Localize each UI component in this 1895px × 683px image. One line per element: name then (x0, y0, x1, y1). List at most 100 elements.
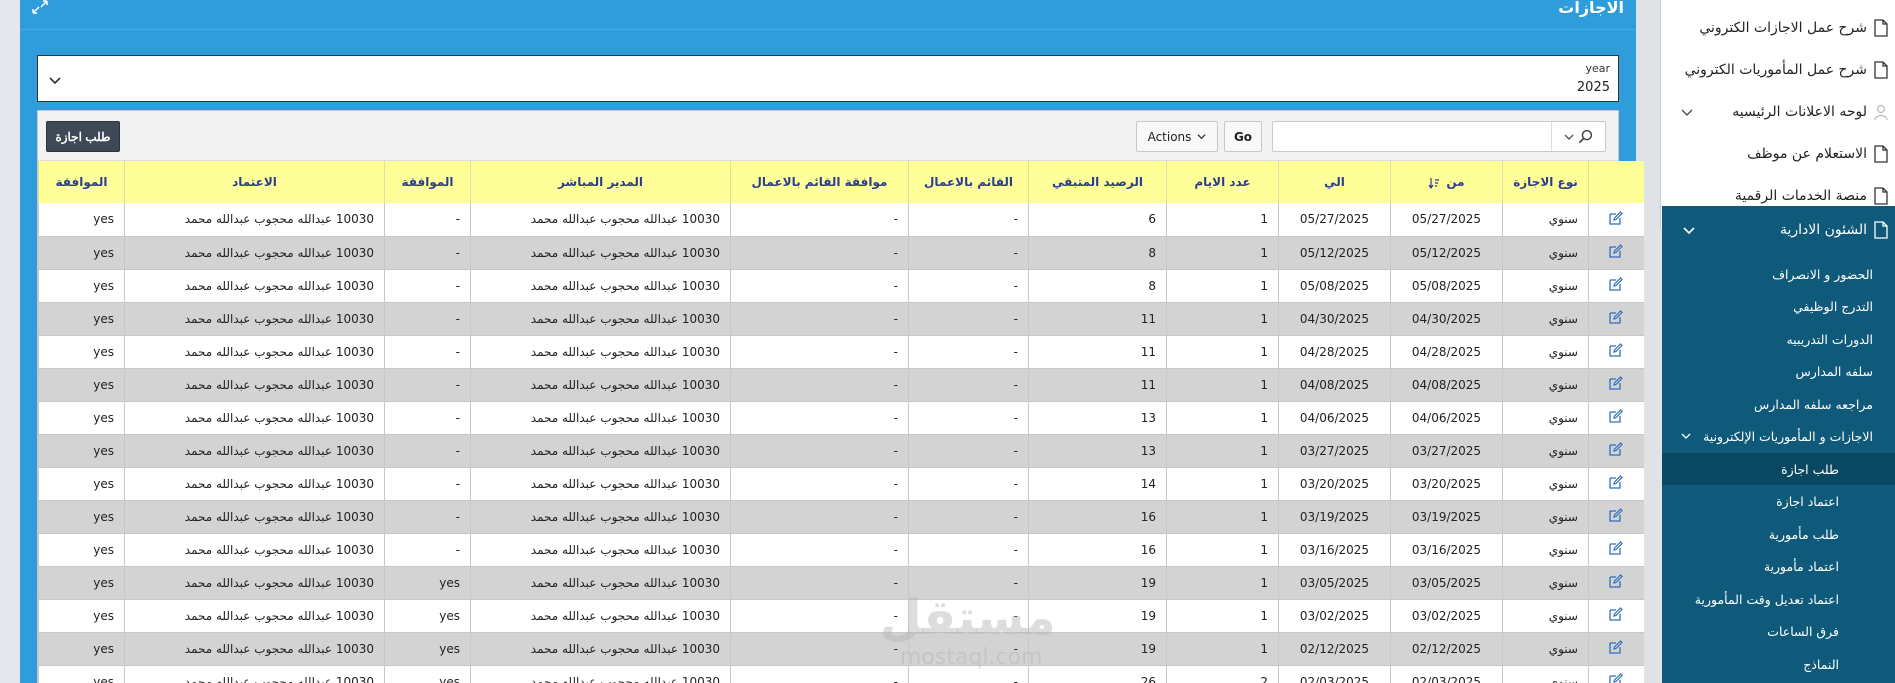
sidebar-subsubitem[interactable]: اعتماد تعديل وقت المأمورية (1662, 583, 1895, 615)
edit-cell[interactable] (1588, 302, 1644, 336)
column-header[interactable]: القائم بالاعمال (908, 161, 1029, 203)
sidebar-item[interactable]: شرح عمل المأموريات الكتروني (1660, 50, 1895, 90)
edit-cell[interactable] (1588, 500, 1644, 534)
sidebar-item[interactable]: شرح عمل الاجازات الكتروني (1660, 8, 1895, 48)
table-cell: 10030 عبدالله محجوب عبدالله محمد (124, 203, 385, 237)
edit-icon[interactable] (1609, 640, 1624, 654)
edit-icon[interactable] (1609, 574, 1624, 588)
edit-icon[interactable] (1609, 343, 1624, 357)
column-header[interactable]: الموافقة (384, 161, 471, 203)
table-cell: 1 (1166, 632, 1279, 666)
search-column-selector[interactable] (1551, 122, 1605, 151)
table-cell: 04/28/2025 (1390, 335, 1503, 369)
edit-icon[interactable] (1609, 409, 1624, 423)
table-cell: 10030 عبدالله محجوب عبدالله محمد (470, 599, 731, 633)
column-header[interactable]: الرصيد المتبقي (1028, 161, 1167, 203)
edit-cell[interactable] (1588, 599, 1644, 633)
edit-cell[interactable] (1588, 665, 1644, 683)
edit-icon[interactable] (1609, 673, 1624, 683)
table-cell: 10030 عبدالله محجوب عبدالله محمد (470, 566, 731, 600)
column-header[interactable]: موافقة القائم بالاعمال (730, 161, 909, 203)
sidebar-item[interactable]: لوحه الاعلانات الرئيسيه (1660, 92, 1895, 132)
sidebar-subitem[interactable]: مراجعه سلفه المدارس (1662, 388, 1895, 420)
chevron-down-icon[interactable] (48, 73, 62, 87)
edit-icon[interactable] (1609, 310, 1624, 324)
column-header (1588, 161, 1644, 203)
edit-icon[interactable] (1609, 277, 1624, 291)
sidebar-subitem-label: مراجعه سلفه المدارس (1754, 396, 1873, 412)
edit-icon[interactable] (1609, 541, 1624, 555)
edit-cell[interactable] (1588, 401, 1644, 435)
watermark: مستقل (880, 590, 1056, 646)
sidebar-subsubitem[interactable]: طلب مأمورية (1662, 518, 1895, 550)
request-vacation-button[interactable]: طلب اجازة (46, 121, 120, 152)
edit-cell[interactable] (1588, 368, 1644, 402)
column-header[interactable]: الي (1278, 161, 1391, 203)
actions-menu-button[interactable]: Actions (1136, 121, 1218, 152)
sidebar-subitem[interactable]: التدرج الوظيفي (1662, 291, 1895, 323)
search-input[interactable] (1272, 121, 1606, 152)
table-cell: 10030 عبدالله محجوب عبدالله محمد (124, 434, 385, 468)
table-row: سنوي 05/27/2025 05/27/2025 1 6- -10030 عبدالل… (38, 203, 1644, 237)
edit-cell[interactable] (1588, 632, 1644, 666)
edit-icon[interactable] (1609, 475, 1624, 489)
table-cell: 10030 عبدالله محجوب عبدالله محمد (470, 665, 731, 683)
edit-cell[interactable] (1588, 269, 1644, 303)
edit-icon[interactable] (1609, 210, 1624, 225)
vacations-table: نوع الاجازة من الي عدد الايام الرصيد المتبقي… (38, 161, 1644, 683)
sidebar-section-admin[interactable]: الشئون الادارية (1662, 210, 1895, 250)
column-header[interactable]: الاعتماد (124, 161, 385, 203)
table-cell: 8 (1028, 269, 1167, 303)
sidebar-subsubitem[interactable]: اعتماد اجازة (1662, 486, 1895, 518)
sidebar-subsubitem[interactable]: النماذج (1662, 648, 1895, 680)
sidebar-item[interactable]: الاستعلام عن موظف (1660, 134, 1895, 174)
sidebar-subsubitem[interactable]: فرق الساعات (1662, 616, 1895, 648)
sidebar-subitem[interactable]: الدورات التدريبيه (1662, 323, 1895, 355)
column-header[interactable]: الموافقة (38, 161, 125, 203)
sidebar-subitem[interactable]: الحضور و الانصراف (1662, 258, 1895, 290)
edit-cell[interactable] (1588, 335, 1644, 369)
edit-cell[interactable] (1588, 533, 1644, 567)
table-cell: 10030 عبدالله محجوب عبدالله محمد (124, 665, 385, 683)
go-button[interactable]: Go (1224, 121, 1262, 152)
table-cell: 14 (1028, 467, 1167, 501)
edit-cell[interactable] (1588, 203, 1644, 237)
expand-icon[interactable] (30, 0, 50, 16)
table-cell: 1 (1166, 434, 1279, 468)
table-cell: - (908, 401, 1029, 435)
table-cell: 10030 عبدالله محجوب عبدالله محمد (124, 368, 385, 402)
edit-icon[interactable] (1609, 607, 1624, 621)
table-cell: - (384, 368, 471, 402)
edit-cell[interactable] (1588, 566, 1644, 600)
table-cell: 10030 عبدالله محجوب عبدالله محمد (470, 335, 731, 369)
edit-cell[interactable] (1588, 236, 1644, 270)
edit-icon[interactable] (1609, 442, 1624, 456)
table-cell: 03/20/2025 (1390, 467, 1503, 501)
edit-icon[interactable] (1609, 376, 1624, 390)
table-cell: 10030 عبدالله محجوب عبدالله محمد (124, 269, 385, 303)
sidebar-item-label: الاستعلام عن موظف (1747, 146, 1867, 162)
table-cell: - (730, 500, 909, 534)
edit-cell[interactable] (1588, 434, 1644, 468)
sidebar-subitem-label: الحضور و الانصراف (1772, 266, 1873, 282)
table-cell: 10030 عبدالله محجوب عبدالله محمد (470, 467, 731, 501)
table-cell: 10030 عبدالله محجوب عبدالله محمد (470, 533, 731, 567)
edit-cell[interactable] (1588, 467, 1644, 501)
column-header[interactable]: المدير المباشر (470, 161, 731, 203)
year-select[interactable]: year 2025 (37, 55, 1619, 102)
column-header[interactable]: من (1390, 161, 1503, 203)
sidebar-subsubitem[interactable]: اعتماد مأمورية (1662, 551, 1895, 583)
table-cell: yes (384, 665, 471, 683)
column-header[interactable]: نوع الاجازة (1502, 161, 1589, 203)
column-header[interactable]: عدد الايام (1166, 161, 1279, 203)
table-cell: 03/20/2025 (1278, 467, 1391, 501)
sidebar-subitem[interactable]: سلفه المدارس (1662, 356, 1895, 388)
sidebar-subsubitem[interactable]: طلب اجازة (1662, 453, 1895, 485)
table-cell: سنوي (1502, 335, 1589, 369)
edit-icon[interactable] (1609, 244, 1624, 258)
table-cell: سنوي (1502, 599, 1589, 633)
edit-icon[interactable] (1609, 508, 1624, 522)
sidebar-subitem[interactable]: الاجازات و المأموريات الإلكترونية (1662, 421, 1895, 453)
table-cell: - (384, 236, 471, 270)
table-row: سنوي 04/06/2025 04/06/2025 1 13- -10030 عبدال… (38, 401, 1644, 435)
